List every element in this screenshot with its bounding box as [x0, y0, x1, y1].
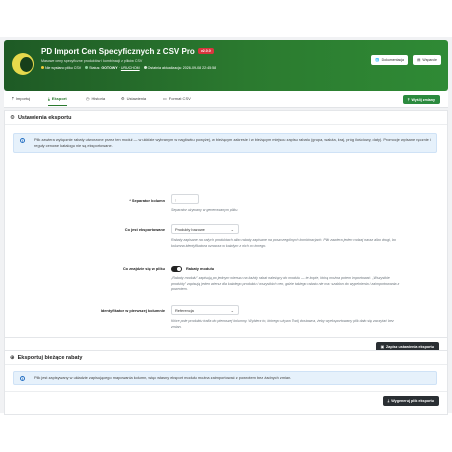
export-icon: ⊕	[10, 354, 15, 361]
in-file-toggle[interactable]	[171, 266, 182, 272]
status-line: Nie wysłano pliku CSV Status: GOTOWY · U…	[41, 66, 216, 70]
what-export-label: Co jest eksportowane	[124, 227, 165, 232]
info-text: Plik jest zapisywany w układzie zapisują…	[34, 375, 292, 380]
clock-icon	[143, 66, 147, 69]
in-file-label: Co znajdzie się w pliku	[122, 266, 165, 271]
download-icon: ⤓	[387, 399, 390, 403]
card-footer: ⤓ Wygeneruj plik eksportu	[5, 391, 447, 409]
chevron-down-icon: ⌄	[230, 308, 234, 313]
info-alert: i Plik jest zapisywany w układzie zapisu…	[13, 371, 437, 385]
version-badge: v2.0.0	[197, 48, 214, 54]
upload-icon: ⤒	[407, 97, 410, 102]
upload-icon: ⤒	[12, 96, 14, 101]
file-icon: ▭	[163, 96, 167, 101]
info-text: Plik zawiera wyłącznie rabaty utworzone …	[34, 137, 431, 148]
identifier-select[interactable]: Referencja ⌄	[171, 305, 239, 315]
tab-settings[interactable]: ⚙ Ustawienia	[121, 96, 146, 101]
tab-export[interactable]: ⤓ Eksport	[48, 96, 67, 106]
settings-icon: ⚙	[121, 96, 125, 101]
what-export-help: Rabaty zapisane na całych produktach alb…	[171, 238, 396, 248]
status-file: Nie wysłano pliku CSV	[41, 66, 81, 70]
module-header: PD Import Cen Specyficznych z CSV Pro v2.…	[4, 40, 448, 91]
info-icon: i	[20, 138, 25, 143]
tab-history[interactable]: ◷ Historia	[86, 96, 105, 101]
identifier-help: Które pole produktu trafia do pierwszej …	[171, 319, 394, 329]
module-subtitle: Masowe ceny specyficzne produktów i komb…	[41, 59, 143, 63]
separator-input[interactable]: ;	[171, 194, 199, 204]
card-header: ⊕ Eksportuj bieżące rabaty	[5, 351, 447, 365]
identifier-label: Identyfikator w pierwszej kolumnie	[100, 308, 165, 313]
history-icon: ◷	[86, 96, 90, 101]
book-icon: ▤	[417, 58, 421, 62]
in-file-help: „Rabaty modułu” zapisują po jednym wiers…	[171, 276, 400, 291]
tab-bar: ⤒ Importuj ⤓ Eksport ◷ Historia ⚙ Ustawienia…	[4, 91, 448, 108]
chevron-down-icon: ⌄	[230, 227, 234, 232]
save-icon: ▣	[380, 345, 385, 349]
support-button[interactable]: ▤ Wsparcie	[413, 55, 441, 65]
tab-import[interactable]: ⤒ Importuj	[12, 96, 30, 101]
module-title-text: PD Import Cen Specyficznych z CSV Pro	[41, 47, 195, 56]
info-alert: i Plik zawiera wyłącznie rabaty utworzon…	[13, 133, 437, 153]
tab-csv-format[interactable]: ▭ Format CSV	[163, 96, 191, 101]
status-state: Status: GOTOWY · URUCHOM	[85, 66, 140, 70]
card-title: Ustawienia eksportu	[17, 114, 72, 121]
info-icon: i	[20, 376, 25, 381]
globe-icon: 🌐	[375, 58, 380, 62]
download-icon: ⤓	[48, 96, 50, 101]
export-settings-card: ⚙ Ustawienia eksportu i Plik zawiera wyłą…	[4, 110, 448, 338]
send-changes-button[interactable]: ⤒ Wyślij zmiany	[402, 95, 440, 104]
in-file-toggle-label: Rabaty modułu	[186, 266, 215, 271]
status-dot-icon	[41, 66, 44, 69]
separator-label: * Separator kolumn	[129, 198, 165, 203]
export-current-card: ⊕ Eksportuj bieżące rabaty i Plik jest za…	[4, 350, 448, 415]
docs-button[interactable]: 🌐 Dokumentacja	[371, 55, 408, 65]
generate-export-button[interactable]: ⤓ Wygeneruj plik eksportu	[382, 396, 439, 406]
module-frame: PD Import Cen Specyficznych z CSV Pro v2.…	[0, 37, 452, 415]
gear-icon: ⚙	[10, 114, 15, 121]
card-header: ⚙ Ustawienia eksportu	[5, 111, 447, 125]
card-title: Eksportuj bieżące rabaty	[17, 354, 83, 361]
module-title: PD Import Cen Specyficznych z CSV Pro v2.…	[41, 47, 214, 56]
separator-help: Separator używany w generowanym pliku.	[171, 208, 239, 212]
module-logo	[12, 53, 34, 75]
last-update: Ostatnia aktualizacja: 2026-09-08 22:45:…	[143, 66, 216, 70]
status-run-link[interactable]: URUCHOM	[121, 66, 140, 70]
status-dot-icon	[85, 66, 89, 69]
what-export-select[interactable]: Produkty bazowe ⌄	[171, 224, 239, 234]
